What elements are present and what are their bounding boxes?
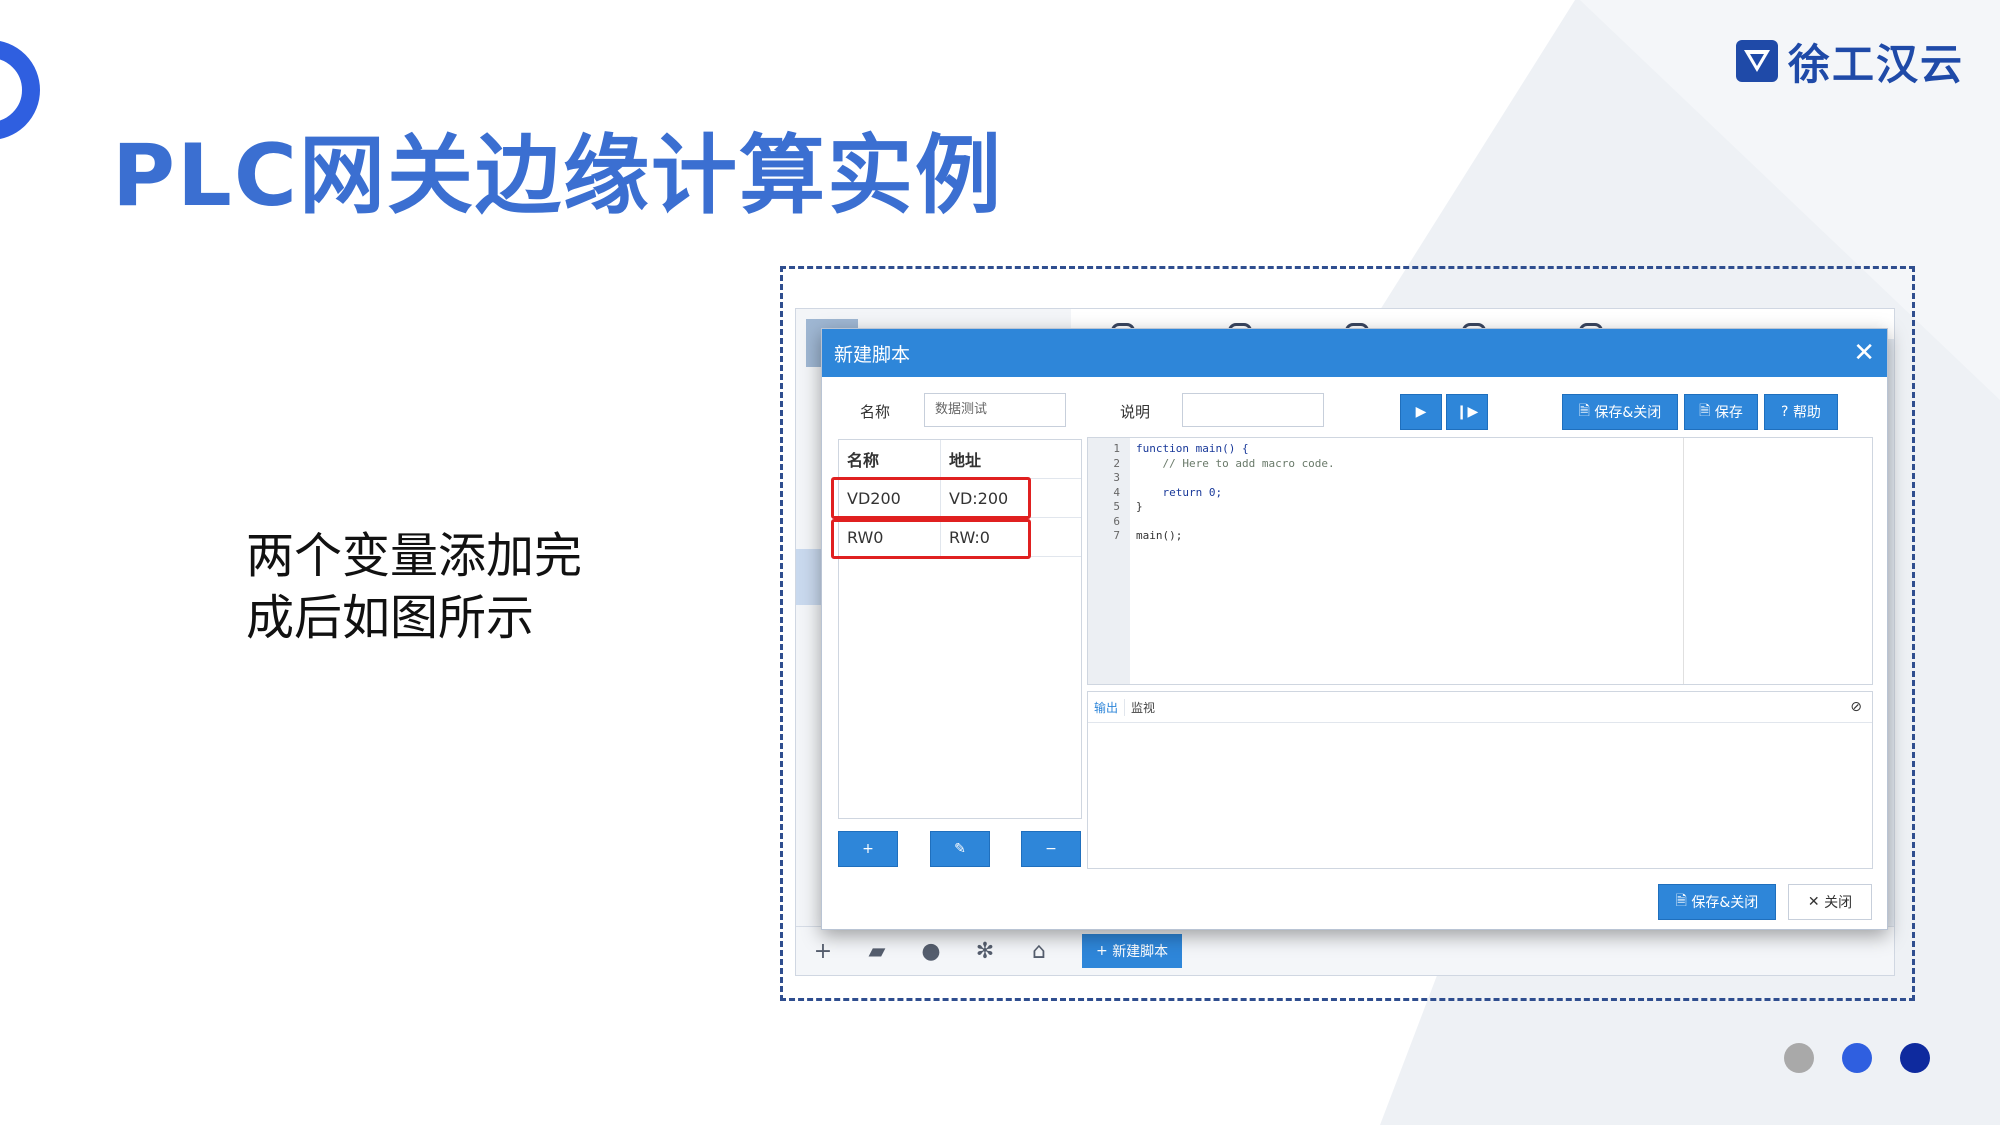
user-icon[interactable]: ● <box>904 939 958 964</box>
clear-icon[interactable]: ⊘ <box>1850 699 1862 715</box>
plus-icon: + <box>1096 943 1113 959</box>
code-line: function main() { <box>1136 442 1249 455</box>
help-label: 帮助 <box>1792 405 1821 421</box>
edit-variable-button[interactable]: ✎ <box>930 831 990 867</box>
footer-close-button[interactable]: ✕ 关闭 <box>1788 884 1872 920</box>
line-number: 6 <box>1113 514 1120 528</box>
save-close-button[interactable]: 🗎 保存&关闭 <box>1562 394 1678 430</box>
code-line: } <box>1136 500 1143 513</box>
help-icon: ? <box>1781 404 1793 420</box>
dot-blue <box>1842 1043 1872 1073</box>
remove-variable-button[interactable]: − <box>1021 831 1081 867</box>
close-icon[interactable]: ✕ <box>1853 338 1875 368</box>
home-icon[interactable]: ⌂ <box>1012 939 1066 964</box>
save-icon: 🗎 <box>1578 403 1595 419</box>
name-label: 名称 <box>860 403 891 421</box>
tab-output[interactable]: 输出 <box>1088 698 1126 716</box>
code-line: return 0; <box>1136 485 1223 499</box>
logo-text: 徐工汉云 <box>1787 39 1964 89</box>
folder-icon[interactable]: ▰ <box>850 939 904 964</box>
edit-icon: ✎ <box>954 841 966 857</box>
column-header-name: 名称 <box>839 440 941 478</box>
dialog-title: 新建脚本 <box>834 343 911 366</box>
name-input[interactable]: 数据测试 <box>924 393 1066 427</box>
dot-gray <box>1784 1043 1814 1073</box>
save-close-label: 保存&关闭 <box>1594 405 1662 421</box>
desc-input[interactable] <box>1182 393 1324 427</box>
output-tabs: 输出 监视 ⊘ <box>1088 692 1872 723</box>
column-header-address: 地址 <box>949 451 982 470</box>
description-line-1: 两个变量添加完 <box>246 528 583 584</box>
dialog-header: 新建脚本 ✕ <box>822 329 1887 377</box>
save-label: 保存 <box>1714 405 1743 421</box>
close-icon: ✕ <box>1807 894 1825 910</box>
step-icon: ❙▶ <box>1455 404 1479 420</box>
description-line-2: 成后如图所示 <box>246 590 535 646</box>
print-margin <box>1683 438 1684 684</box>
sidebar-selected-row <box>796 549 824 605</box>
new-script-dialog: 新建脚本 ✕ 名称 数据测试 说明 ▶ ❙▶ 🗎 保存&关闭 🗎 保存 ? 帮助… <box>821 328 1888 930</box>
add-variable-button[interactable]: + <box>838 831 898 867</box>
shield-logo-icon <box>1735 40 1778 82</box>
add-icon[interactable]: + <box>796 939 850 964</box>
line-number: 3 <box>1113 471 1120 484</box>
gear-icon[interactable]: ✻ <box>958 939 1012 964</box>
tab-monitor[interactable]: 监视 <box>1125 699 1161 716</box>
slide-description: 两个变量添加完 成后如图所示 <box>246 525 582 649</box>
footer-close-label: 关闭 <box>1824 895 1853 911</box>
line-number: 1 <box>1113 442 1120 455</box>
code-line: // Here to add macro code. <box>1136 456 1335 470</box>
save-icon: 🗎 <box>1675 893 1692 909</box>
highlight-box-row-1 <box>831 477 1031 519</box>
line-number: 7 <box>1113 529 1120 542</box>
desc-label: 说明 <box>1120 403 1151 421</box>
dot-navy <box>1900 1043 1930 1073</box>
help-button[interactable]: ? 帮助 <box>1764 394 1838 430</box>
plus-icon: + <box>862 841 874 857</box>
footer-save-close-button[interactable]: 🗎 保存&关闭 <box>1658 884 1776 920</box>
step-button[interactable]: ❙▶ <box>1446 394 1488 430</box>
table-header-row: 名称 地址 <box>839 440 1081 479</box>
pagination-dots <box>1784 1043 1930 1073</box>
code-lines: function main() { // Here to add macro c… <box>1136 442 1335 544</box>
line-number: 5 <box>1113 500 1120 513</box>
new-script-label: 新建脚本 <box>1112 944 1169 960</box>
code-line: main(); <box>1136 529 1183 542</box>
highlight-box-row-2 <box>831 519 1031 559</box>
play-icon: ▶ <box>1415 404 1427 420</box>
footer-save-close-label: 保存&关闭 <box>1691 895 1759 911</box>
save-button[interactable]: 🗎 保存 <box>1684 394 1758 430</box>
save-icon: 🗎 <box>1699 403 1715 419</box>
line-number-gutter: 1 2 3 4 5 6 7 <box>1088 438 1130 684</box>
line-number: 2 <box>1113 456 1120 470</box>
app-bottom-bar: + ▰ ● ✻ ⌂ + 新建脚本 <box>796 926 1894 975</box>
new-script-button[interactable]: + 新建脚本 <box>1082 934 1183 968</box>
minus-icon: − <box>1045 841 1057 857</box>
code-editor[interactable]: 1 2 3 4 5 6 7 function main() { // Here … <box>1087 437 1873 685</box>
brand-logo: 徐工汉云 <box>1734 34 1964 89</box>
output-panel: 输出 监视 ⊘ <box>1087 691 1873 869</box>
page-title: PLC网关边缘计算实例 <box>112 126 1003 226</box>
run-button[interactable]: ▶ <box>1400 394 1442 430</box>
line-number: 4 <box>1113 485 1120 499</box>
